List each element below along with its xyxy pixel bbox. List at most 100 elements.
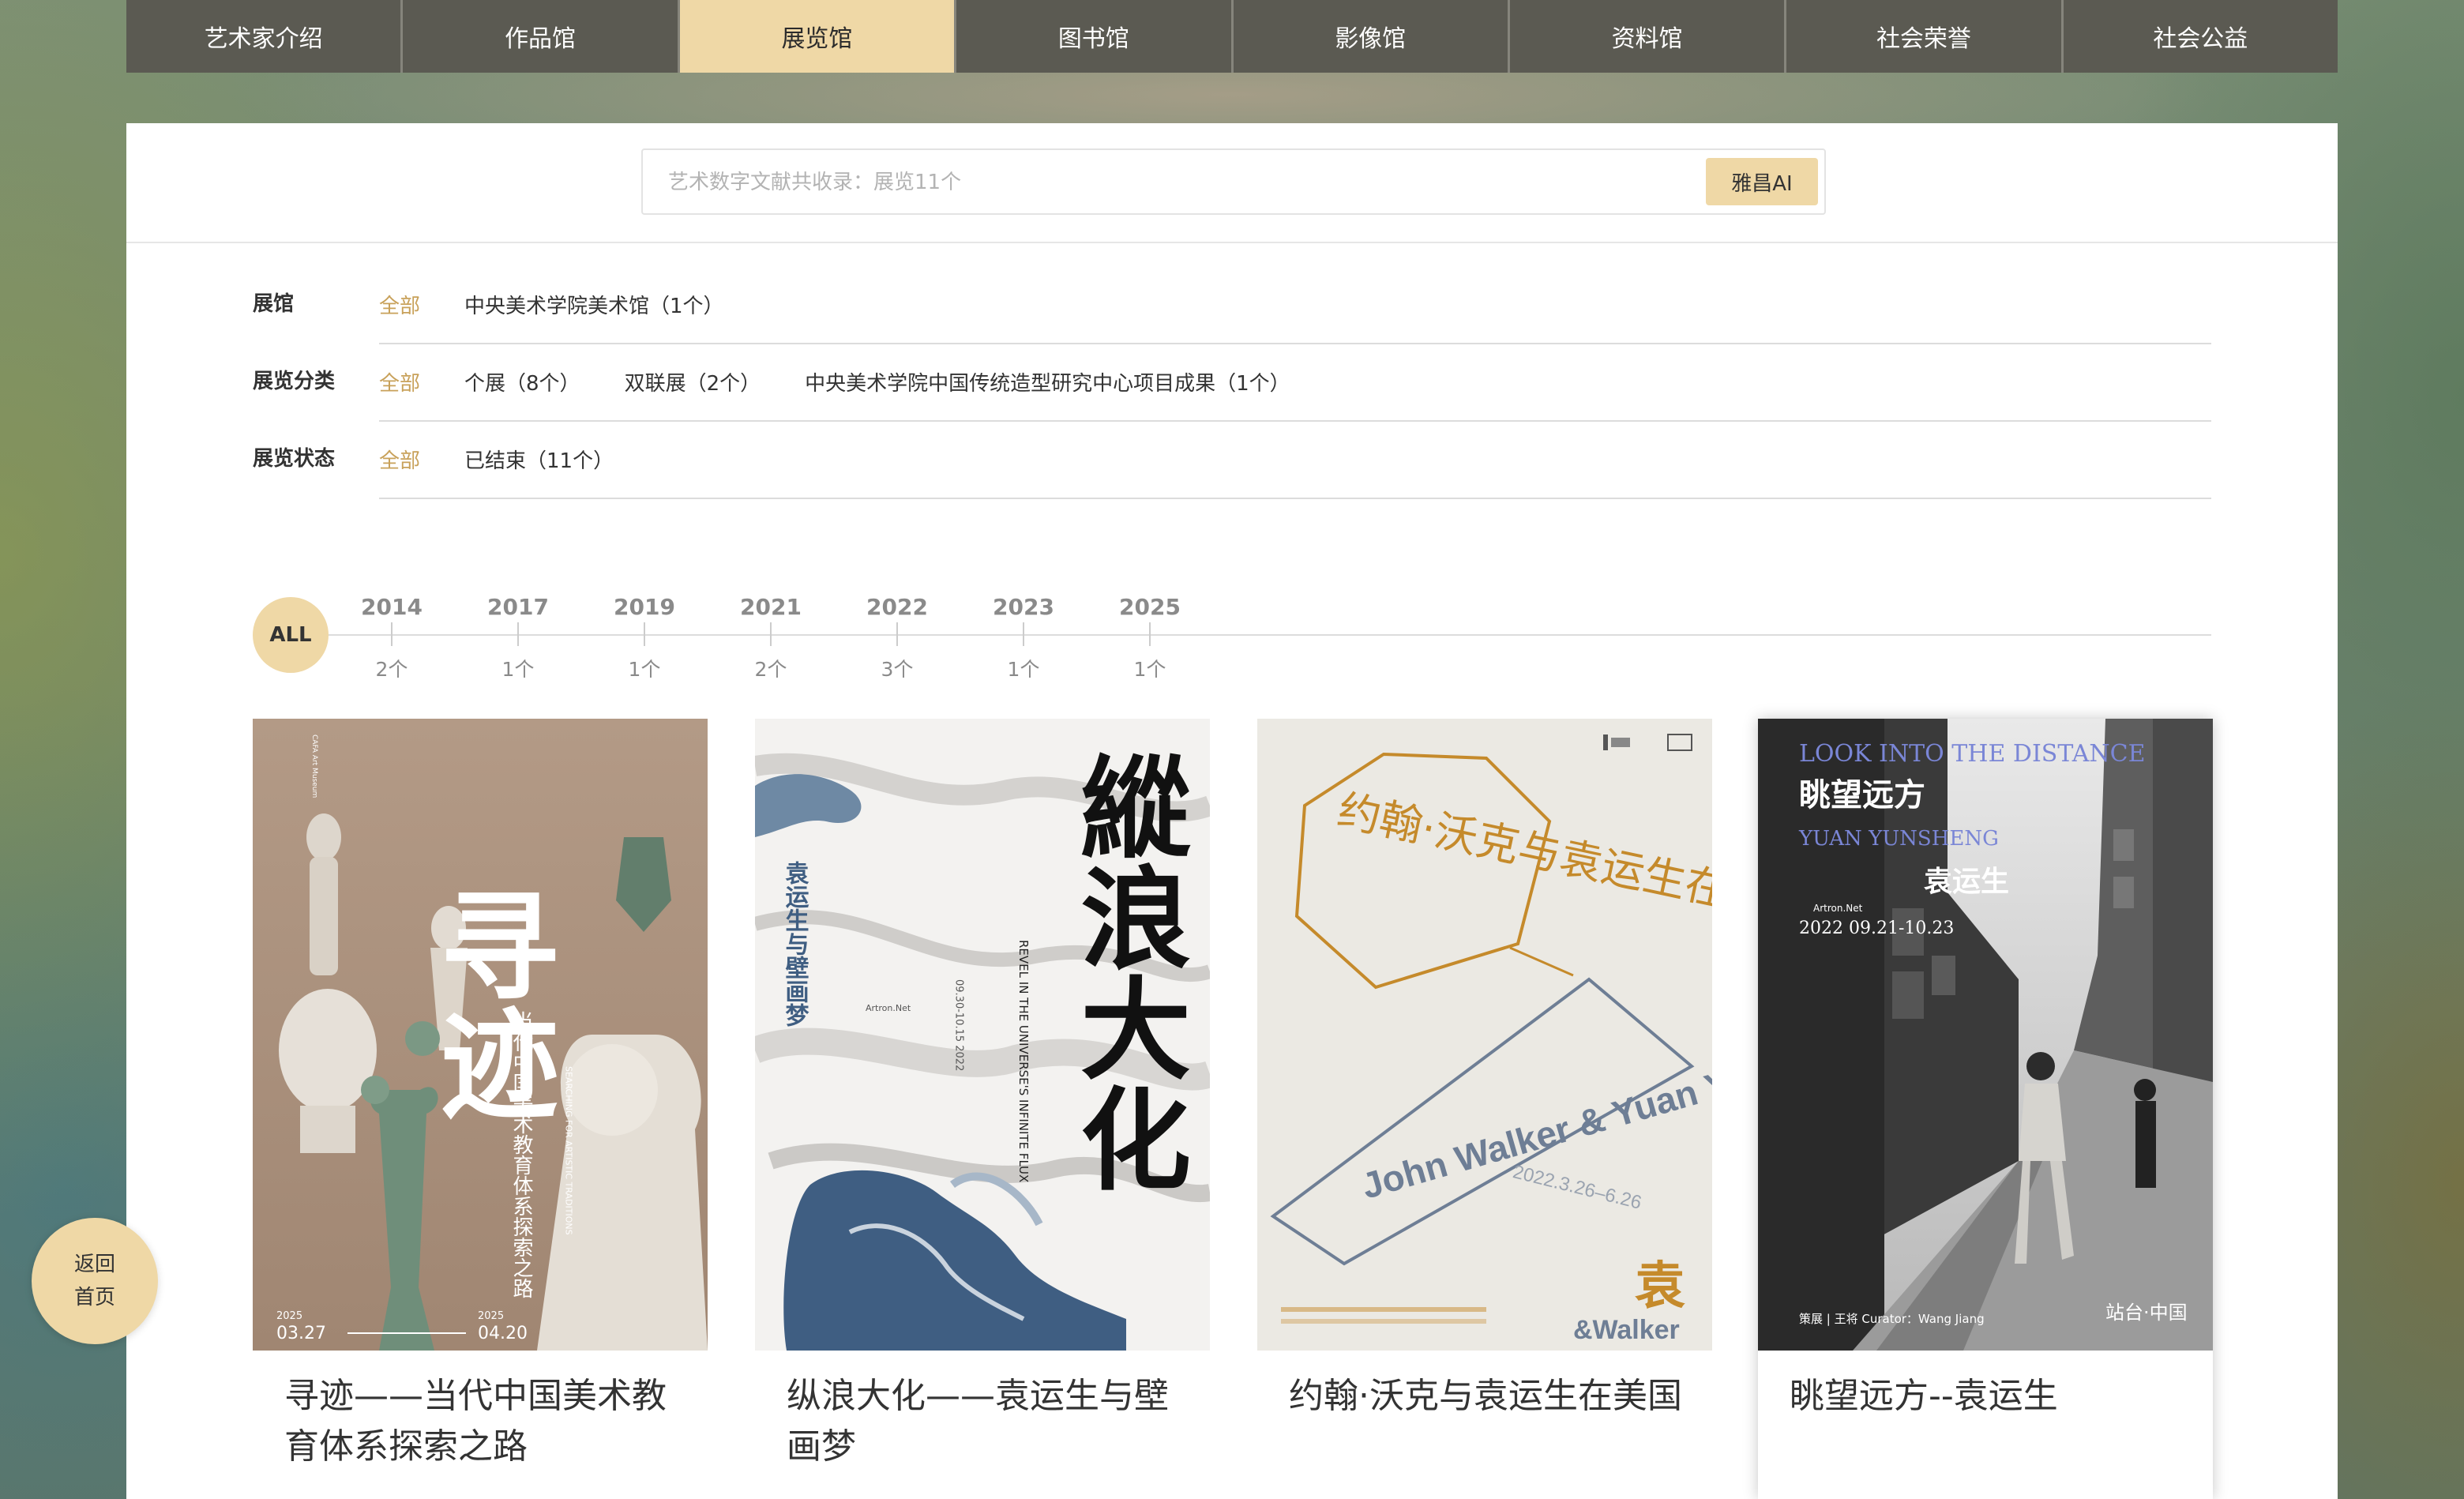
poster-image: 寻迹 当代中国美术教育体系探索之路 CAFA Art Museum SEARCH… — [253, 719, 708, 1351]
main-nav: 艺术家介绍 作品馆 展览馆 图书馆 影像馆 资料馆 社会荣誉 社会公益 — [126, 0, 2338, 73]
poster-headline: 縱浪大化 — [1061, 750, 1191, 1193]
poster-english: REVEL IN THE UNIVERSE'S INFINITE FLUX — [1016, 940, 1031, 1182]
year-count: 1个 — [1007, 658, 1040, 681]
year-count: 1个 — [1133, 658, 1166, 681]
year-tick — [1023, 622, 1024, 646]
filter-row-status: 展览状态 全部 已结束（11个） — [253, 420, 2211, 499]
poster-headline: 寻迹 — [420, 885, 559, 1121]
filter-option[interactable]: 已结束（11个） — [464, 445, 614, 474]
poster-venue: 站台·中国 — [2105, 1302, 2188, 1324]
year-count: 1个 — [501, 658, 535, 681]
exhibition-title[interactable]: 寻迹——当代中国美术教育体系探索之路 — [284, 1371, 679, 1472]
year-label: 2023 — [993, 594, 1054, 620]
year-count: 2个 — [375, 658, 408, 681]
filter-option[interactable]: 中央美术学院美术馆（1个） — [464, 290, 724, 319]
filter-option[interactable]: 双联展（2个） — [625, 367, 761, 396]
filter-label: 展馆 — [253, 292, 295, 316]
filter-row-category: 展览分类 全部 个展（8个） 双联展（2个） 中央美术学院中国传统造型研究中心项… — [253, 343, 2211, 422]
nav-item-honors[interactable]: 社会荣誉 — [1786, 0, 2064, 73]
nav-item-exhibitions[interactable]: 展览馆 — [679, 0, 957, 73]
poster-en-title: LOOK INTO THE DISTANCE — [1799, 740, 2146, 768]
filter-option[interactable]: 中央美术学院中国传统造型研究中心项目成果（1个） — [805, 367, 1290, 396]
filter-option[interactable]: 个展（8个） — [464, 367, 580, 396]
year-count: 3个 — [881, 658, 914, 681]
poster-subtitle: 当代中国美术教育体系探索之路 — [509, 1011, 533, 1298]
poster-date: 2022 09.21-10.23 — [1799, 919, 1954, 938]
nav-item-video[interactable]: 影像馆 — [1234, 0, 1510, 73]
nav-item-works[interactable]: 作品馆 — [403, 0, 680, 73]
year-label: 2019 — [614, 594, 675, 620]
search-bar: 雅昌AI — [641, 148, 1826, 215]
year-tick — [770, 622, 772, 646]
exhibition-card[interactable]: LOOK INTO THE DISTANCE 眺望远方 YUAN YUNSHEN… — [1758, 719, 2213, 1499]
timeline-year[interactable]: 2022 3个 — [850, 556, 945, 682]
year-tick — [1149, 622, 1151, 646]
year-count: 2个 — [754, 658, 787, 681]
filter-label: 展览分类 — [253, 370, 336, 393]
exhibition-poster[interactable]: 寻迹 当代中国美术教育体系探索之路 CAFA Art Museum SEARCH… — [253, 719, 708, 1351]
timeline-year[interactable]: 2023 1个 — [976, 556, 1071, 682]
back-home-label-line2: 首页 — [73, 1286, 115, 1309]
timeline-year[interactable]: 2021 2个 — [723, 556, 818, 682]
year-tick — [896, 622, 898, 646]
filter-option-all[interactable]: 全部 — [379, 367, 420, 396]
poster-date-end: 04.20 — [478, 1324, 528, 1343]
filter-options: 全部 个展（8个） 双联展（2个） 中央美术学院中国传统造型研究中心项目成果（1… — [379, 343, 2211, 422]
nav-item-charity[interactable]: 社会公益 — [2064, 0, 2338, 73]
exhibition-poster[interactable]: 约翰·沃克与袁运生在美国 John Walker & Yuan Yunsheng… — [1257, 719, 1712, 1351]
exhibition-title[interactable]: 纵浪大化——袁运生与壁画梦 — [787, 1371, 1181, 1472]
poster-en-name: YUAN YUNSHENG — [1798, 827, 1999, 851]
timeline-year[interactable]: 2019 1个 — [597, 556, 692, 682]
poster-date-start: 03.27 — [276, 1324, 326, 1343]
timeline-all-button[interactable]: ALL — [253, 597, 329, 673]
filter-row-venue: 展馆 全部 中央美术学院美术馆（1个） — [253, 265, 2211, 344]
year-label: 2021 — [740, 594, 802, 620]
back-home-button[interactable]: 返回 首页 — [32, 1218, 158, 1344]
nav-item-archive[interactable]: 资料馆 — [1510, 0, 1787, 73]
poster-year-end: 2025 — [478, 1310, 504, 1322]
year-tick — [644, 622, 645, 646]
exhibition-title[interactable]: 眺望远方--袁运生 — [1790, 1371, 2184, 1422]
filter-option-all[interactable]: 全部 — [379, 290, 420, 319]
exhibition-poster[interactable]: 縱浪大化 袁运生与壁画梦 REVEL IN THE UNIVERSE'S INF… — [755, 719, 1210, 1351]
year-label: 2025 — [1119, 594, 1181, 620]
poster-cn-title: 眺望远方 — [1799, 777, 1925, 813]
poster-image: 縱浪大化 袁运生与壁画梦 REVEL IN THE UNIVERSE'S INF… — [755, 719, 1210, 1351]
poster-museum: CAFA Art Museum — [310, 734, 318, 798]
exhibition-card[interactable]: 縱浪大化 袁运生与壁画梦 REVEL IN THE UNIVERSE'S INF… — [755, 719, 1210, 1499]
poster-year-start: 2025 — [276, 1310, 302, 1322]
poster-subtitle: 袁运生与壁画梦 — [781, 861, 809, 1028]
poster-english: SEARCHING FOR ARTISTIC TRADITIONS — [564, 1066, 574, 1235]
year-label: 2022 — [866, 594, 928, 620]
filter-label: 展览状态 — [253, 447, 336, 471]
search-input[interactable] — [667, 150, 1696, 215]
poster-mark-en: &Walker — [1573, 1315, 1680, 1345]
timeline-year[interactable]: 2025 1个 — [1102, 556, 1197, 682]
year-tick — [517, 622, 519, 646]
exhibition-poster[interactable]: LOOK INTO THE DISTANCE 眺望远方 YUAN YUNSHEN… — [1758, 719, 2213, 1351]
poster-brand: Artron.Net — [866, 1003, 911, 1013]
back-home-label-line1: 返回 — [73, 1253, 115, 1276]
exhibition-card[interactable]: 约翰·沃克与袁运生在美国 John Walker & Yuan Yunsheng… — [1257, 719, 1712, 1499]
year-tick — [391, 622, 393, 646]
timeline-year[interactable]: 2014 2个 — [344, 556, 439, 682]
filter-options: 全部 已结束（11个） — [379, 420, 2211, 499]
poster-mark-cn: 袁 — [1635, 1257, 1685, 1316]
content-panel: 雅昌AI 展馆 全部 中央美术学院美术馆（1个） 展览分类 全部 个展（8个） … — [126, 123, 2338, 1499]
poster-brand: Artron.Net — [1813, 903, 1863, 914]
year-label: 2017 — [487, 594, 549, 620]
filter-options: 全部 中央美术学院美术馆（1个） — [379, 265, 2211, 344]
poster-curator: 策展 | 王将 Curator：Wang Jiang — [1799, 1312, 1985, 1326]
poster-image: LOOK INTO THE DISTANCE 眺望远方 YUAN YUNSHEN… — [1758, 719, 2213, 1351]
nav-item-artist-intro[interactable]: 艺术家介绍 — [126, 0, 404, 73]
year-count: 1个 — [628, 658, 661, 681]
exhibition-card[interactable]: 寻迹 当代中国美术教育体系探索之路 CAFA Art Museum SEARCH… — [253, 719, 708, 1499]
nav-item-library[interactable]: 图书馆 — [956, 0, 1234, 73]
timeline-year[interactable]: 2017 1个 — [471, 556, 565, 682]
poster-cn-name: 袁运生 — [1924, 866, 2009, 898]
filter-option-all[interactable]: 全部 — [379, 445, 420, 474]
ai-search-button[interactable]: 雅昌AI — [1706, 158, 1818, 205]
exhibition-title[interactable]: 约翰·沃克与袁运生在美国 — [1289, 1371, 1684, 1422]
poster-date: 09.30-10.15 2022 — [953, 979, 965, 1071]
year-timeline: ALL 2014 2个 2017 1个 2019 1个 2021 2个 2022… — [253, 556, 2211, 714]
